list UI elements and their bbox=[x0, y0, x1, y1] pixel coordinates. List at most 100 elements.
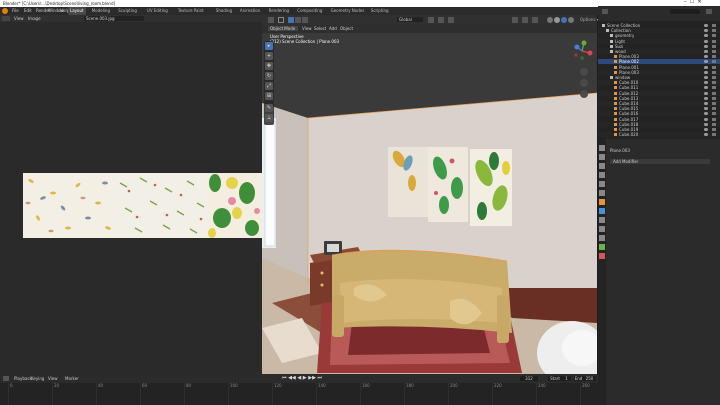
visibility-eye-icon[interactable] bbox=[704, 81, 708, 85]
image-menu-image[interactable]: Image bbox=[28, 16, 41, 21]
viewport-menu-add[interactable]: Add bbox=[329, 26, 337, 31]
constraints-tab-icon[interactable] bbox=[599, 235, 605, 241]
visibility-eye-icon[interactable] bbox=[704, 112, 708, 116]
render-camera-icon[interactable] bbox=[712, 112, 716, 116]
viewport-menu-select[interactable]: Select bbox=[314, 26, 326, 31]
visibility-eye-icon[interactable] bbox=[704, 102, 708, 105]
visibility-eye-icon[interactable] bbox=[704, 133, 708, 137]
shading-rendered-icon[interactable] bbox=[568, 17, 574, 23]
workspace-tab-rendering[interactable]: Rendering bbox=[267, 7, 291, 15]
select-mode-new-icon[interactable] bbox=[288, 17, 294, 23]
image-selector[interactable]: Scene.003.jpg bbox=[84, 16, 144, 21]
3d-viewport[interactable]: User Perspective (312) Scene Collection … bbox=[262, 33, 597, 374]
render-camera-icon[interactable] bbox=[712, 117, 716, 121]
visibility-eye-icon[interactable] bbox=[704, 86, 708, 90]
render-tab-icon[interactable] bbox=[599, 154, 605, 160]
workspace-tab-sculpting[interactable]: Sculpting bbox=[116, 7, 139, 15]
select-mode-subtract-icon[interactable] bbox=[302, 17, 308, 23]
workspace-tab-geometry-nodes[interactable]: Geometry Nodes bbox=[329, 7, 367, 15]
workspace-tab-texture-paint[interactable]: Texture Paint bbox=[176, 7, 206, 15]
select-box-icon[interactable] bbox=[278, 17, 284, 23]
render-camera-icon[interactable] bbox=[712, 86, 716, 90]
material-tab-icon[interactable] bbox=[599, 253, 605, 259]
visibility-eye-icon[interactable] bbox=[704, 60, 708, 64]
workspace-tab-uv-editing[interactable]: UV Editing bbox=[145, 7, 170, 15]
tool-tab-icon[interactable] bbox=[599, 145, 605, 151]
timeline-menu-keying[interactable]: Keying bbox=[31, 376, 44, 381]
shading-material-icon[interactable] bbox=[561, 17, 567, 23]
workspace-tab-scripting[interactable]: Scripting bbox=[369, 7, 391, 15]
render-camera-icon[interactable] bbox=[712, 70, 716, 74]
image-menu-view[interactable]: View bbox=[14, 16, 24, 21]
scene-tab-icon[interactable] bbox=[599, 181, 605, 187]
visibility-eye-icon[interactable] bbox=[704, 117, 708, 121]
render-camera-icon[interactable] bbox=[712, 122, 716, 126]
outliner-search-input[interactable] bbox=[670, 9, 700, 14]
visibility-eye-icon[interactable] bbox=[704, 34, 708, 38]
render-camera-icon[interactable] bbox=[712, 55, 716, 59]
render-camera-icon[interactable] bbox=[712, 60, 716, 64]
view-layer-tab-icon[interactable] bbox=[599, 172, 605, 178]
navigation-gizmo[interactable] bbox=[570, 39, 594, 63]
select-mode-extend-icon[interactable] bbox=[295, 17, 301, 23]
visibility-eye-icon[interactable] bbox=[704, 24, 708, 27]
mode-selector[interactable]: Object Mode bbox=[268, 26, 298, 31]
transform-tool-icon[interactable]: ⊞ bbox=[265, 92, 273, 100]
menu-edit[interactable]: Edit bbox=[24, 8, 32, 13]
render-camera-icon[interactable] bbox=[712, 133, 716, 137]
viewport-menu-object[interactable]: Object bbox=[340, 26, 353, 31]
scale-tool-icon[interactable]: ⤢ bbox=[265, 82, 273, 90]
world-tab-icon[interactable] bbox=[599, 190, 605, 196]
visibility-eye-icon[interactable] bbox=[704, 128, 708, 131]
editor-type-icon[interactable] bbox=[268, 17, 274, 23]
visibility-eye-icon[interactable] bbox=[704, 107, 708, 111]
shading-solid-icon[interactable] bbox=[554, 17, 560, 23]
camera-view-icon[interactable] bbox=[580, 90, 588, 98]
visibility-icon[interactable] bbox=[512, 17, 518, 23]
proportional-edit-icon[interactable] bbox=[448, 17, 454, 23]
outliner-row[interactable]: Cube.020 bbox=[598, 132, 720, 138]
move-tool-icon[interactable]: ✥ bbox=[265, 62, 273, 70]
menu-file[interactable]: File bbox=[12, 8, 19, 13]
render-camera-icon[interactable] bbox=[712, 65, 716, 69]
overlay-icon[interactable] bbox=[532, 17, 538, 23]
playback-controls[interactable]: ⏮ ◀◀ ◀ ▶ ▶▶ ⏭ bbox=[282, 376, 322, 381]
timeline-menu-marker[interactable]: Marker bbox=[65, 376, 79, 381]
workspace-tab-animation[interactable]: Animation bbox=[238, 7, 262, 15]
render-camera-icon[interactable] bbox=[712, 107, 716, 111]
render-camera-icon[interactable] bbox=[712, 44, 716, 48]
visibility-eye-icon[interactable] bbox=[704, 39, 708, 43]
output-tab-icon[interactable] bbox=[599, 163, 605, 169]
shading-wireframe-icon[interactable] bbox=[547, 17, 553, 23]
visibility-eye-icon[interactable] bbox=[704, 44, 708, 48]
workspace-tab-compositing[interactable]: Compositing bbox=[295, 7, 324, 15]
measure-tool-icon[interactable]: ⟂ bbox=[265, 114, 273, 122]
pivot-icon[interactable] bbox=[428, 17, 434, 23]
workspace-tab-layout[interactable]: Layout bbox=[68, 7, 86, 15]
particles-tab-icon[interactable] bbox=[599, 217, 605, 223]
start-frame-field[interactable]: 1 bbox=[562, 376, 571, 381]
timeline-menu-view[interactable]: View bbox=[48, 376, 58, 381]
zoom-icon[interactable] bbox=[580, 68, 588, 76]
workspace-tab-modeling[interactable]: Modeling bbox=[90, 7, 112, 15]
render-camera-icon[interactable] bbox=[712, 102, 716, 105]
editor-type-icon[interactable] bbox=[3, 376, 9, 381]
object-tab-icon[interactable] bbox=[599, 199, 605, 205]
gizmo-icon[interactable] bbox=[522, 17, 528, 23]
data-tab-icon[interactable] bbox=[599, 244, 605, 250]
cursor-tool-icon[interactable]: + bbox=[265, 52, 273, 60]
visibility-eye-icon[interactable] bbox=[704, 76, 708, 79]
visibility-eye-icon[interactable] bbox=[704, 65, 708, 69]
select-tool-icon[interactable]: ▸ bbox=[265, 42, 273, 50]
pan-icon[interactable] bbox=[580, 79, 588, 87]
transform-orientation-selector[interactable]: Global bbox=[397, 17, 423, 22]
render-camera-icon[interactable] bbox=[712, 91, 716, 95]
blender-logo-icon[interactable] bbox=[2, 8, 8, 14]
render-camera-icon[interactable] bbox=[712, 128, 716, 131]
end-frame-field[interactable]: 250 bbox=[583, 376, 596, 381]
timeline-menu-playback[interactable]: Playback bbox=[14, 376, 32, 381]
viewport-menu-view[interactable]: View bbox=[302, 26, 312, 31]
physics-tab-icon[interactable] bbox=[599, 226, 605, 232]
render-camera-icon[interactable] bbox=[712, 24, 716, 27]
render-camera-icon[interactable] bbox=[712, 81, 716, 85]
